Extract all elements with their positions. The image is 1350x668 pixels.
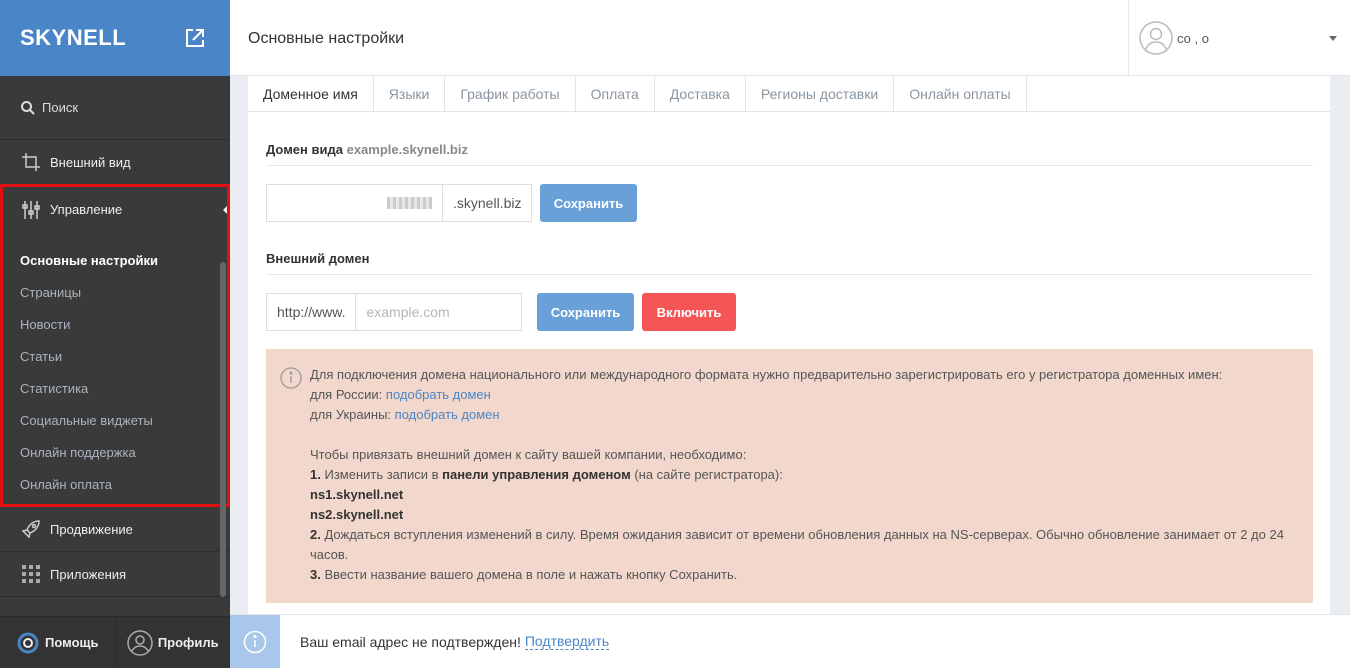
info-russia-line: для России: подобрать домен (310, 385, 1299, 405)
tab-bar: Доменное имя Языки График работы Оплата … (248, 76, 1330, 112)
tab-domain-name[interactable]: Доменное имя (248, 76, 374, 112)
ns2-line: ns2.skynell.net (310, 505, 1299, 525)
confirm-email-link[interactable]: Подтвердить (524, 633, 610, 650)
profile-label: Профиль (157, 635, 219, 650)
settings-panel: Доменное имя Языки График работы Оплата … (248, 76, 1330, 616)
divider (266, 274, 1313, 275)
step1-num: 1. (310, 467, 321, 482)
chevron-down-icon (1329, 35, 1337, 41)
collapse-caret-icon (223, 206, 227, 214)
sidebar-item-label: Приложения (50, 566, 127, 582)
tab-delivery-regions[interactable]: Регионы доставки (746, 76, 895, 112)
sidebar-bottom-bar: Помощь Профиль (0, 616, 230, 668)
step1-text-c: (на сайте регистратора): (634, 467, 783, 482)
search-icon (21, 100, 35, 115)
sliders-icon (20, 199, 42, 221)
save-external-domain-button[interactable]: Сохранить (537, 293, 634, 331)
rocket-icon (20, 518, 42, 540)
russia-domain-link[interactable]: подобрать домен (386, 387, 491, 402)
step1-text-a: Изменить записи в (324, 467, 439, 482)
tab-schedule[interactable]: График работы (445, 76, 576, 112)
logo[interactable]: SKYNELL (20, 25, 126, 51)
submenu-item-statistics[interactable]: Статистика (3, 372, 227, 404)
url-prefix: http://www. (266, 293, 356, 331)
sidebar-item-label: Продвижение (50, 521, 133, 537)
logo-bar: SKYNELL (0, 0, 230, 76)
tab-languages[interactable]: Языки (374, 76, 446, 112)
sidebar-item-appearance[interactable]: Внешний вид (0, 140, 230, 185)
submenu-item-social-widgets[interactable]: Социальные виджеты (3, 404, 227, 436)
management-section-highlight: Управление Основные настройки Страницы Н… (0, 184, 230, 507)
submenu-item-online-support[interactable]: Онлайн поддержка (3, 436, 227, 468)
notification-text: Ваш email адрес не подтвержден! (300, 633, 521, 650)
ns2-value: ns2.skynell.net (310, 507, 404, 522)
info-intro: Чтобы привязать внешний домен к сайту ва… (310, 447, 747, 462)
user-menu[interactable]: со , о (1128, 0, 1350, 76)
tab-online-payments[interactable]: Онлайн оплаты (894, 76, 1027, 112)
sidebar-item-label: Управление (50, 202, 123, 217)
info-icon (280, 367, 302, 389)
info-step1: 1. Изменить записи в панели управления д… (310, 465, 1299, 485)
submenu-item-pages[interactable]: Страницы (3, 276, 227, 308)
grid-icon (20, 563, 42, 585)
russia-prefix: для России: (310, 387, 383, 402)
sidebar-item-management[interactable]: Управление (3, 187, 227, 232)
search-label: Поиск (42, 100, 79, 115)
external-domain-title: Внешний домен (266, 251, 370, 266)
user-icon (127, 629, 153, 656)
external-link-icon[interactable] (184, 27, 206, 49)
help-button[interactable]: Помощь (0, 617, 115, 668)
domain-section-title: Домен вида example.skynell.biz (266, 142, 468, 157)
sidebar-search[interactable]: Поиск (0, 76, 230, 140)
submenu-item-main-settings[interactable]: Основные настройки (3, 244, 227, 276)
user-name: со , о (1177, 30, 1209, 46)
subdomain-input[interactable] (266, 184, 443, 222)
ukraine-domain-link[interactable]: подобрать домен (395, 407, 500, 422)
info-ukraine-line: для Украины: подобрать домен (310, 405, 1299, 425)
help-label: Помощь (45, 635, 99, 650)
subdomain-input-group: .skynell.biz (266, 184, 533, 222)
ukraine-prefix: для Украины: (310, 407, 392, 422)
info-icon (243, 630, 267, 653)
tab-delivery[interactable]: Доставка (655, 76, 746, 112)
email-notification-bar: Ваш email адрес не подтвержден! Подтверд… (230, 614, 1350, 668)
top-header: Основные настройки со , о (230, 0, 1350, 76)
sidebar: SKYNELL Поиск Внешний вид Управление Осн… (0, 0, 230, 668)
step3-text: Ввести название вашего домена в поле и н… (324, 567, 738, 582)
domain-section-label: Домен вида (266, 142, 343, 157)
sidebar-item-promotion[interactable]: Продвижение (0, 507, 230, 552)
step2-num: 2. (310, 527, 321, 542)
subdomain-suffix: .skynell.biz (443, 184, 533, 222)
lifebuoy-icon (17, 632, 39, 653)
external-domain-input[interactable]: example.com (355, 293, 523, 331)
info-step2: 2. Дождаться вступления изменений в силу… (310, 525, 1299, 565)
enable-button[interactable]: Включить (642, 293, 736, 331)
step2-text: Дождаться вступления изменений в силу. В… (310, 527, 1284, 562)
sidebar-item-label: Внешний вид (50, 154, 131, 170)
sidebar-scrollbar[interactable] (220, 262, 226, 597)
crop-icon (20, 151, 42, 173)
management-submenu: Основные настройки Страницы Новости Стат… (3, 232, 227, 500)
submenu-item-news[interactable]: Новости (3, 308, 227, 340)
avatar (1139, 21, 1173, 55)
sidebar-item-apps[interactable]: Приложения (0, 552, 230, 597)
ns1-value: ns1.skynell.net (310, 487, 404, 502)
ns1-line: ns1.skynell.net (310, 485, 1299, 505)
external-domain-input-group: http://www. example.com (266, 293, 523, 331)
domain-example: example.skynell.biz (346, 142, 468, 157)
page-title: Основные настройки (248, 30, 405, 47)
info-line1: Для подключения домена национального или… (310, 367, 1223, 382)
submenu-item-online-payment[interactable]: Онлайн оплата (3, 468, 227, 500)
step1-text-b: панели управления доменом (442, 467, 631, 482)
tab-payment[interactable]: Оплата (576, 76, 655, 112)
save-subdomain-button[interactable]: Сохранить (540, 184, 637, 222)
divider (266, 165, 1313, 166)
blurred-value (387, 197, 432, 209)
step3-num: 3. (310, 567, 321, 582)
submenu-item-articles[interactable]: Статьи (3, 340, 227, 372)
profile-button[interactable]: Профиль (114, 617, 231, 668)
info-box: Для подключения домена национального или… (266, 349, 1313, 603)
notification-icon-box (230, 614, 280, 668)
info-step3: 3. Ввести название вашего домена в поле … (310, 565, 1299, 585)
